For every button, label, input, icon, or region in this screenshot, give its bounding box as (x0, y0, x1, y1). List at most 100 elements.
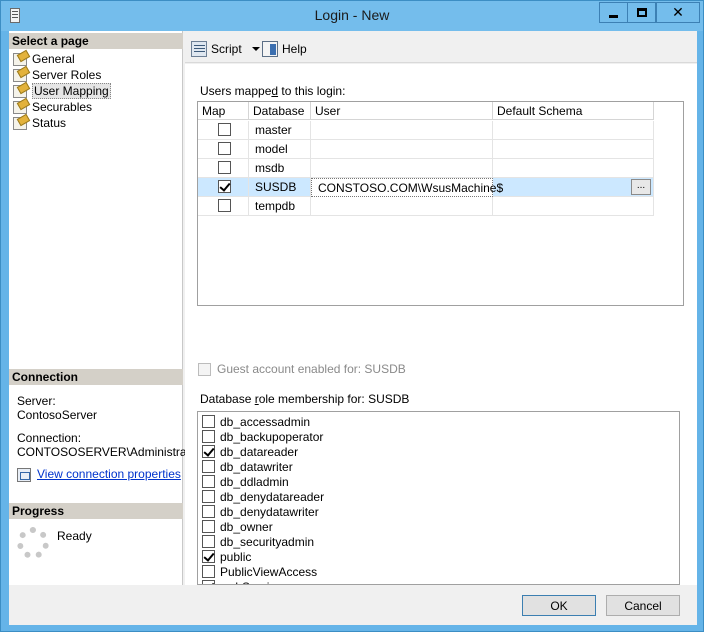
script-label: Script (211, 42, 242, 56)
list-item[interactable]: public (202, 549, 251, 564)
column-header-map[interactable]: Map (198, 102, 249, 120)
role-checkbox[interactable] (202, 550, 215, 563)
page-label: Server Roles (32, 68, 102, 82)
list-item[interactable]: db_denydatawriter (202, 504, 319, 519)
connection-value: CONTOSOSERVER\Administrator (17, 445, 201, 459)
list-item[interactable]: db_accessadmin (202, 414, 310, 429)
database-cell: master (249, 121, 311, 140)
role-checkbox[interactable] (202, 580, 215, 584)
list-item[interactable]: PublicViewAccess (202, 564, 317, 579)
map-checkbox[interactable] (218, 180, 231, 193)
guest-account-label: Guest account enabled for: SUSDB (217, 362, 406, 376)
table-row[interactable]: model (198, 140, 654, 159)
column-header-user[interactable]: User (311, 102, 493, 120)
page-label: General (32, 52, 75, 66)
ok-button[interactable]: OK (522, 595, 596, 616)
user-cell[interactable]: CONSTOSO.COM\WsusMachine$ (311, 178, 503, 197)
role-checkbox[interactable] (202, 490, 215, 503)
role-checkbox[interactable] (202, 460, 215, 473)
list-item[interactable]: db_owner (202, 519, 273, 534)
column-header-default-schema[interactable]: Default Schema (493, 102, 654, 120)
list-item[interactable]: db_ddladmin (202, 474, 289, 489)
role-membership-list[interactable]: db_accessadmin db_backupoperator db_data… (197, 411, 680, 585)
help-button[interactable]: Help (262, 41, 307, 57)
progress-spinner-icon (17, 527, 49, 559)
schema-cell[interactable] (493, 159, 654, 178)
role-checkbox[interactable] (202, 415, 215, 428)
page-user-mapping[interactable]: User Mapping (13, 83, 111, 99)
script-button[interactable]: Script (191, 41, 260, 57)
list-item[interactable]: db_datareader (202, 444, 298, 459)
database-cell: tempdb (249, 197, 311, 216)
list-item[interactable]: db_securityadmin (202, 534, 314, 549)
close-icon: ✕ (672, 4, 684, 21)
role-checkbox[interactable] (202, 535, 215, 548)
minimize-icon (609, 15, 618, 18)
user-cell[interactable] (311, 140, 493, 159)
page-general[interactable]: General (13, 51, 75, 67)
list-item[interactable]: db_backupoperator (202, 429, 323, 444)
role-checkbox[interactable] (202, 430, 215, 443)
guest-account-checkbox[interactable] (198, 362, 211, 376)
cancel-button[interactable]: Cancel (606, 595, 680, 616)
page-selector-pane: Select a page General Server Roles User … (9, 31, 201, 585)
list-item[interactable]: db_datawriter (202, 459, 293, 474)
map-checkbox[interactable] (218, 123, 231, 136)
users-mapped-label: Users mapped to this login: (200, 84, 346, 98)
view-connection-properties[interactable]: View connection properties (17, 467, 181, 482)
progress-header: Progress (9, 503, 183, 519)
schema-cell[interactable] (493, 197, 654, 216)
server-value: ContosoServer (17, 408, 98, 422)
connection-label: Connection: (17, 431, 82, 445)
table-row[interactable]: master (198, 121, 654, 140)
list-item[interactable]: db_denydatareader (202, 489, 324, 504)
map-checkbox[interactable] (218, 142, 231, 155)
title-bar[interactable]: Login - New ✕ (1, 1, 703, 31)
schema-cell[interactable] (493, 140, 654, 159)
dialog-window: Login - New ✕ Select a page General Serv… (0, 0, 704, 632)
script-icon (191, 41, 207, 57)
page-server-roles[interactable]: Server Roles (13, 67, 101, 83)
maximize-button[interactable] (627, 2, 656, 23)
page-label: Status (32, 116, 67, 130)
schema-cell[interactable] (493, 121, 654, 140)
role-checkbox[interactable] (202, 565, 215, 578)
database-cell: SUSDB (249, 178, 311, 197)
list-item[interactable]: webService (202, 579, 282, 584)
role-checkbox[interactable] (202, 445, 215, 458)
table-row[interactable]: msdb (198, 159, 654, 178)
user-cell[interactable] (311, 121, 493, 140)
map-checkbox[interactable] (218, 161, 231, 174)
window-title: Login - New (314, 7, 390, 23)
table-row-selected[interactable]: SUSDB CONSTOSO.COM\WsusMachine$ ... (198, 178, 654, 197)
table-row[interactable]: tempdb (198, 197, 654, 216)
close-button[interactable]: ✕ (656, 2, 700, 23)
database-cell: msdb (249, 159, 311, 178)
progress-status: Ready (57, 529, 92, 543)
role-checkbox[interactable] (202, 475, 215, 488)
role-checkbox[interactable] (202, 505, 215, 518)
column-header-database[interactable]: Database (249, 102, 311, 120)
user-cell[interactable] (311, 159, 493, 178)
page-securables[interactable]: Securables (13, 99, 92, 115)
dialog-client: Select a page General Server Roles User … (9, 31, 697, 625)
user-mapping-grid[interactable]: Map Database User Default Schema master … (197, 101, 684, 306)
dialog-footer: OK Cancel (9, 587, 697, 625)
user-cell[interactable] (311, 197, 493, 216)
maximize-icon (636, 8, 647, 17)
page-status[interactable]: Status (13, 115, 66, 131)
help-label: Help (282, 42, 307, 56)
help-icon (262, 41, 278, 57)
minimize-button[interactable] (599, 2, 628, 23)
grid-header: Map Database User Default Schema (198, 102, 654, 120)
schema-cell[interactable]: ... (493, 178, 654, 197)
view-connection-link[interactable]: View connection properties (37, 467, 181, 481)
page-label: User Mapping (32, 83, 111, 99)
guest-account-option[interactable]: Guest account enabled for: SUSDB (198, 362, 406, 376)
role-checkbox[interactable] (202, 520, 215, 533)
user-mapping-panel: Users mapped to this login: Map Database… (185, 64, 697, 585)
server-label: Server: (17, 394, 56, 408)
chevron-down-icon[interactable] (251, 47, 260, 51)
browse-schema-button[interactable]: ... (631, 179, 651, 195)
map-checkbox[interactable] (218, 199, 231, 212)
